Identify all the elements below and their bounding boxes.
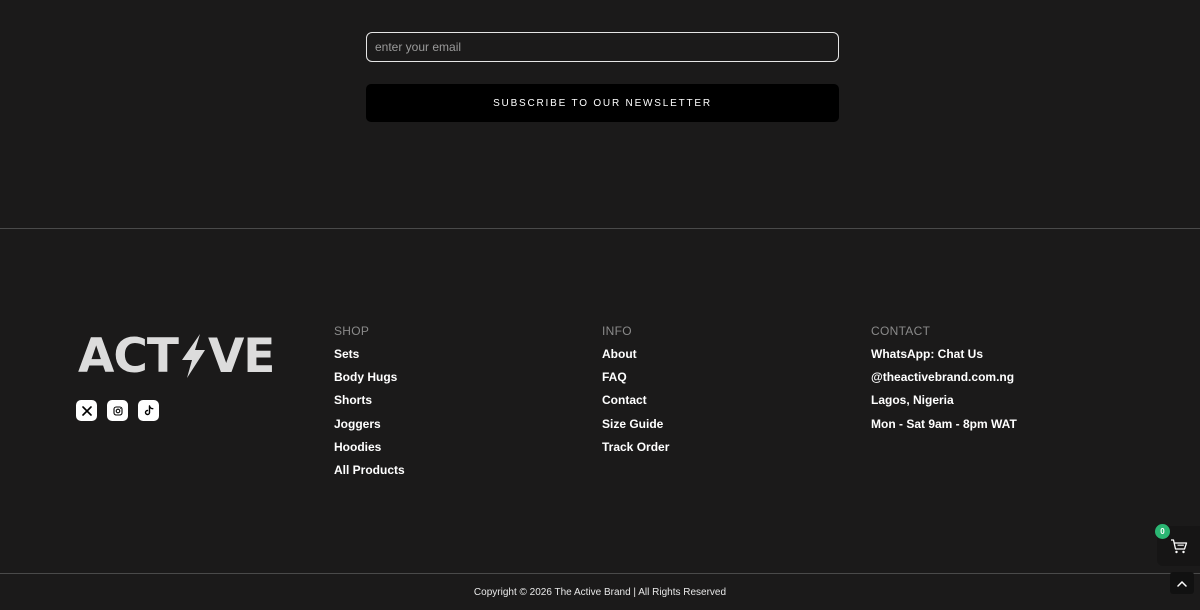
footer-link-joggers[interactable]: Joggers — [334, 417, 405, 440]
brand-logo[interactable]: AC T VE — [78, 328, 275, 384]
contact-hours: Mon - Sat 9am - 8pm WAT — [871, 416, 1017, 431]
scroll-to-top-button[interactable] — [1170, 572, 1194, 594]
footer-link-track-order[interactable]: Track Order — [602, 440, 669, 463]
section-divider — [0, 228, 1200, 229]
tiktok-link[interactable] — [138, 400, 159, 421]
subscribe-button[interactable]: SUBSCRIBE TO OUR NEWSLETTER — [366, 84, 839, 122]
footer-link-all-products[interactable]: All Products — [334, 463, 405, 486]
copyright-text: Copyright © 2026 The Active Brand | All … — [473, 587, 727, 598]
cart-icon — [1170, 539, 1187, 554]
footer-link-size-guide[interactable]: Size Guide — [602, 417, 669, 440]
contact-instagram-handle[interactable]: @theactivebrand.com.ng — [871, 370, 1017, 393]
footer-link-shorts[interactable]: Shorts — [334, 393, 405, 416]
chevron-up-icon — [1177, 580, 1187, 587]
footer-column-contact: CONTACT WhatsApp: Chat Us @theactivebran… — [871, 324, 1017, 440]
footer-link-sets[interactable]: Sets — [334, 347, 405, 370]
logo-text-right: VE — [207, 328, 275, 384]
column-heading-contact: CONTACT — [871, 324, 931, 338]
contact-location: Lagos, Nigeria — [871, 393, 954, 408]
footer-column-info: INFO About FAQ Contact Size Guide Track … — [602, 324, 669, 463]
footer-link-hoodies[interactable]: Hoodies — [334, 440, 405, 463]
tiktok-icon — [144, 405, 153, 416]
column-heading-info: INFO — [602, 324, 632, 338]
x-twitter-link[interactable] — [76, 400, 97, 421]
cart-count-badge: 0 — [1155, 524, 1170, 539]
instagram-icon — [112, 405, 123, 416]
lightning-bolt-icon — [181, 334, 205, 378]
footer-link-body-hugs[interactable]: Body Hugs — [334, 370, 405, 393]
footer-link-faq[interactable]: FAQ — [602, 370, 669, 393]
logo-text-left: AC — [78, 328, 148, 384]
x-twitter-icon — [81, 405, 92, 416]
instagram-link[interactable] — [107, 400, 128, 421]
footer-link-about[interactable]: About — [602, 347, 669, 370]
logo-text-mid: T — [146, 328, 179, 384]
footer-divider — [0, 573, 1200, 574]
footer-column-shop: SHOP Sets Body Hugs Shorts Joggers Hoodi… — [334, 324, 405, 486]
footer-link-contact[interactable]: Contact — [602, 393, 669, 416]
contact-whatsapp-link[interactable]: WhatsApp: Chat Us — [871, 347, 1017, 370]
footer-page: SUBSCRIBE TO OUR NEWSLETTER AC T VE — [0, 0, 1200, 610]
social-links — [76, 400, 159, 421]
column-heading-shop: SHOP — [334, 324, 370, 338]
email-input[interactable] — [366, 32, 839, 62]
